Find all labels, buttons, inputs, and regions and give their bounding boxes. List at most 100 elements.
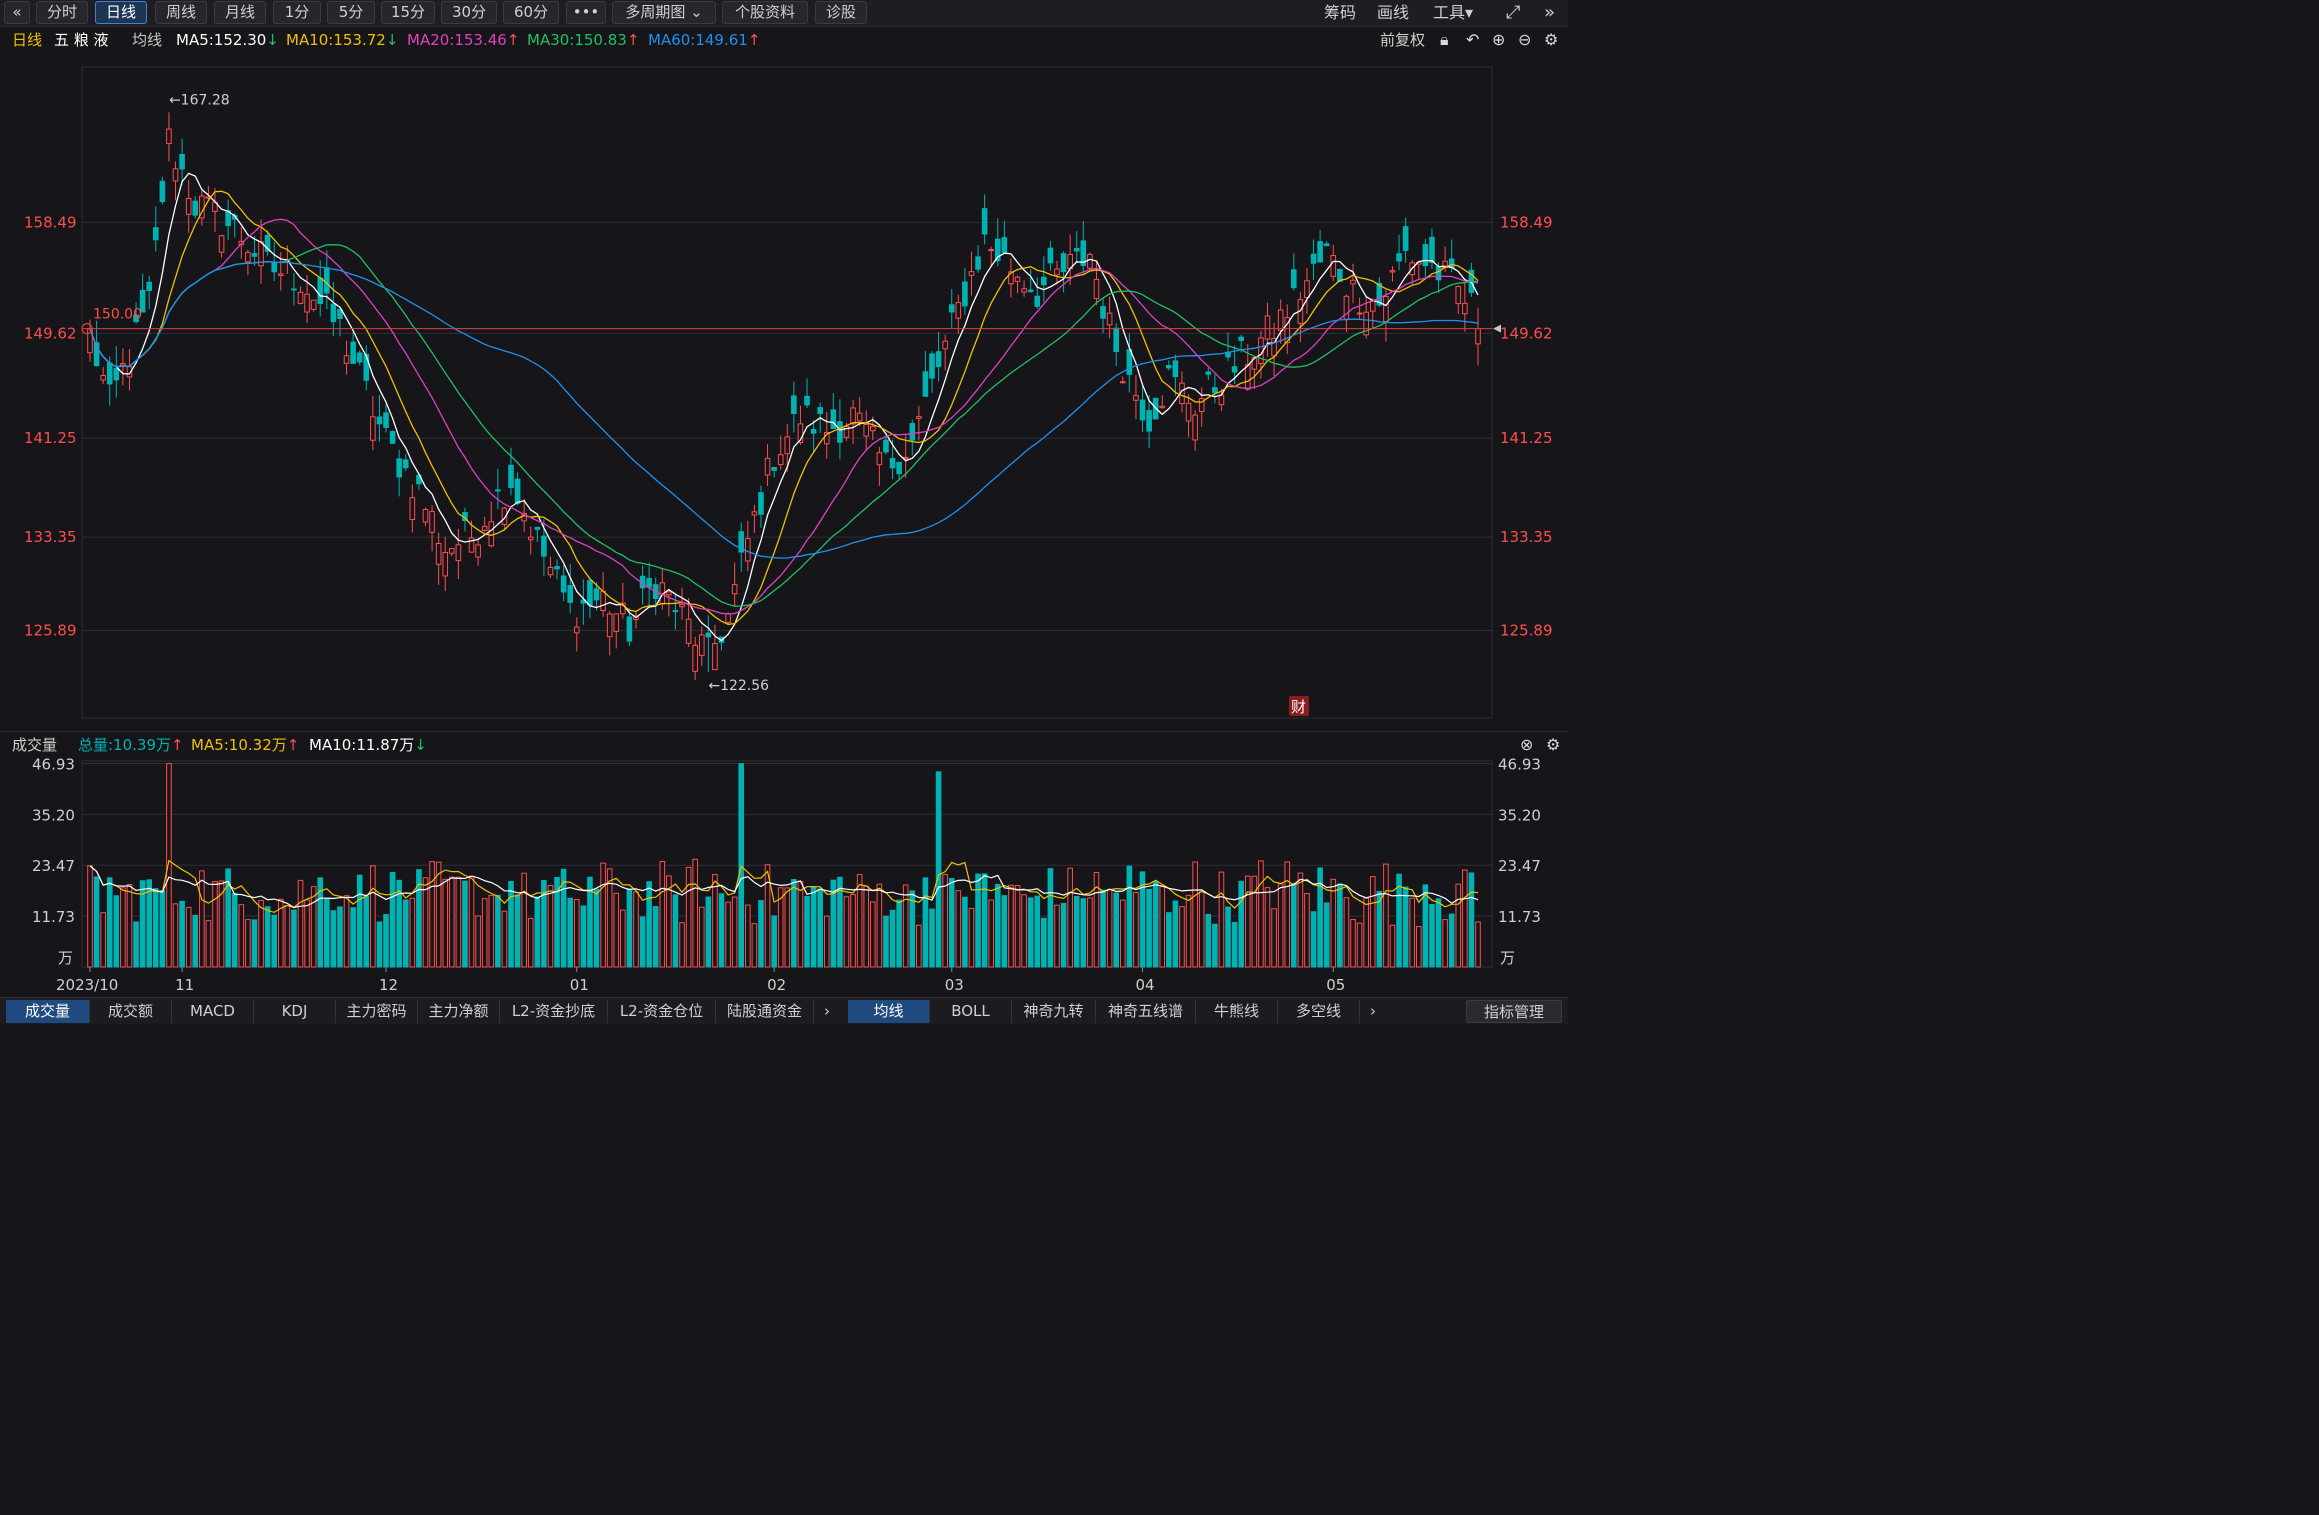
tab-long-short[interactable]: 多空线: [1278, 1000, 1360, 1023]
candle-body: [1205, 371, 1212, 375]
tab-turnover[interactable]: 成交额: [90, 1000, 172, 1023]
tab-30min[interactable]: 30分: [441, 1, 497, 24]
volume-bar: [968, 907, 975, 968]
fullscreen-icon[interactable]: ⤢: [1506, 1, 1520, 24]
volume-bar: [133, 921, 139, 968]
tab-magic-nine[interactable]: 神奇九转: [1012, 1000, 1096, 1023]
tab-macd[interactable]: MACD: [172, 1000, 254, 1023]
undo-icon[interactable]: ↶: [1466, 27, 1479, 53]
candle-body: [554, 566, 560, 570]
volume-bar: [495, 894, 501, 968]
tab-boll[interactable]: BOLL: [930, 1000, 1012, 1023]
volume-bar: [1448, 913, 1455, 968]
close-icon[interactable]: ⊗: [1520, 732, 1533, 758]
gear-icon[interactable]: ⚙: [1546, 732, 1560, 758]
volume-ma5: MA5:10.32万↑: [191, 736, 300, 754]
volume-bar: [93, 876, 100, 968]
chip-button[interactable]: 筹码: [1324, 1, 1356, 24]
multi-period-dropdown[interactable]: 多周期图 ⌄: [612, 1, 716, 24]
candle-body: [725, 613, 731, 623]
chevron-right-icon[interactable]: ›: [816, 1000, 838, 1023]
diagnose-button[interactable]: 诊股: [815, 1, 867, 24]
candle-body: [573, 626, 580, 634]
volume-bar: [797, 881, 804, 968]
zoom-out-icon[interactable]: ⊖: [1518, 27, 1531, 53]
chevron-right-icon[interactable]: »: [1544, 1, 1555, 24]
candle-body: [251, 253, 258, 257]
draw-button[interactable]: 画线: [1377, 1, 1409, 24]
candle-body: [764, 457, 771, 476]
ma-title[interactable]: 均线: [132, 27, 162, 53]
candle-body: [889, 458, 896, 469]
candle-body: [600, 590, 606, 611]
volume-bar: [804, 895, 810, 968]
volume-bar: [751, 923, 758, 968]
candlestick-chart[interactable]: 158.49 158.49 149.62 149.62 141.25 141.25 133.…: [0, 53, 1568, 731]
volume-bar: [284, 905, 291, 968]
volume-bar: [929, 908, 935, 968]
tab-5min[interactable]: 5分: [327, 1, 375, 24]
tab-magic-five[interactable]: 神奇五线谱: [1096, 1000, 1196, 1023]
volume-bar: [975, 873, 981, 968]
volume-title: 成交量: [12, 736, 58, 754]
candle-body: [830, 409, 837, 429]
volume-bar: [1409, 897, 1416, 968]
tab-weekly[interactable]: 周线: [155, 1, 207, 24]
tab-main-net[interactable]: 主力净额: [418, 1000, 500, 1023]
tab-kdj[interactable]: KDJ: [254, 1000, 336, 1023]
tab-bull-bear[interactable]: 牛熊线: [1196, 1000, 1278, 1023]
tab-l2-bottom[interactable]: L2-资金抄底: [500, 1000, 608, 1023]
adjust-dropdown[interactable]: 前复权: [1380, 27, 1425, 53]
tab-15min[interactable]: 15分: [381, 1, 435, 24]
volume-bar: [817, 888, 823, 968]
candle-body: [883, 439, 889, 453]
volume-bar: [1271, 908, 1277, 968]
tab-60min[interactable]: 60分: [503, 1, 559, 24]
tab-1min[interactable]: 1分: [273, 1, 321, 24]
volume-bar: [488, 895, 495, 968]
volume-bar: [212, 881, 218, 968]
tab-fenshi[interactable]: 分时: [36, 1, 88, 24]
tab-daily[interactable]: 日线: [95, 1, 147, 24]
chevron-right-icon[interactable]: ›: [1362, 1000, 1384, 1023]
candle-body: [909, 423, 916, 441]
candle-body: [1185, 402, 1192, 422]
volume-chart[interactable]: 46.93 46.93 35.20 35.20 23.47 23.47 11.73 11.73…: [0, 757, 1568, 997]
x-tick-label: 04: [1136, 976, 1155, 994]
candle-body: [1093, 278, 1100, 300]
candle-body: [356, 352, 363, 363]
candle-body: [192, 200, 199, 216]
candle-body: [1383, 295, 1389, 322]
volume-bar: [310, 886, 317, 968]
volume-bar: [718, 893, 725, 968]
tab-volume[interactable]: 成交量: [6, 1000, 90, 1023]
more-icon[interactable]: •••: [566, 1, 606, 24]
tab-main-code[interactable]: 主力密码: [336, 1000, 418, 1023]
candle-body: [975, 256, 981, 270]
candle-body: [1119, 381, 1126, 384]
stock-info-button[interactable]: 个股资料: [722, 1, 808, 24]
volume-bar: [889, 909, 896, 968]
volume-bar: [1087, 897, 1093, 968]
tools-button[interactable]: 工具▾: [1433, 1, 1473, 24]
volume-bar: [902, 884, 909, 968]
candle-body: [106, 362, 113, 385]
indicator-manage-button[interactable]: 指标管理: [1466, 1000, 1562, 1023]
tab-northbound[interactable]: 陆股通资金: [716, 1000, 814, 1023]
volume-bar: [350, 907, 356, 968]
candle-body: [343, 355, 350, 364]
tab-ma[interactable]: 均线: [848, 1000, 930, 1023]
gear-icon[interactable]: ⚙: [1544, 27, 1558, 53]
candle-body: [876, 452, 883, 466]
collapse-icon[interactable]: «: [4, 1, 30, 24]
volume-bar: [994, 883, 1001, 968]
candle-body: [547, 566, 554, 576]
volume-bar: [87, 865, 93, 968]
tab-monthly[interactable]: 月线: [214, 1, 266, 24]
tab-l2-position[interactable]: L2-资金仓位: [608, 1000, 716, 1023]
candle-body: [422, 509, 429, 523]
volume-bar: [725, 901, 731, 968]
volume-bar: [784, 887, 791, 968]
lock-icon[interactable]: 🔒︎: [1440, 27, 1449, 53]
zoom-in-icon[interactable]: ⊕: [1492, 27, 1505, 53]
